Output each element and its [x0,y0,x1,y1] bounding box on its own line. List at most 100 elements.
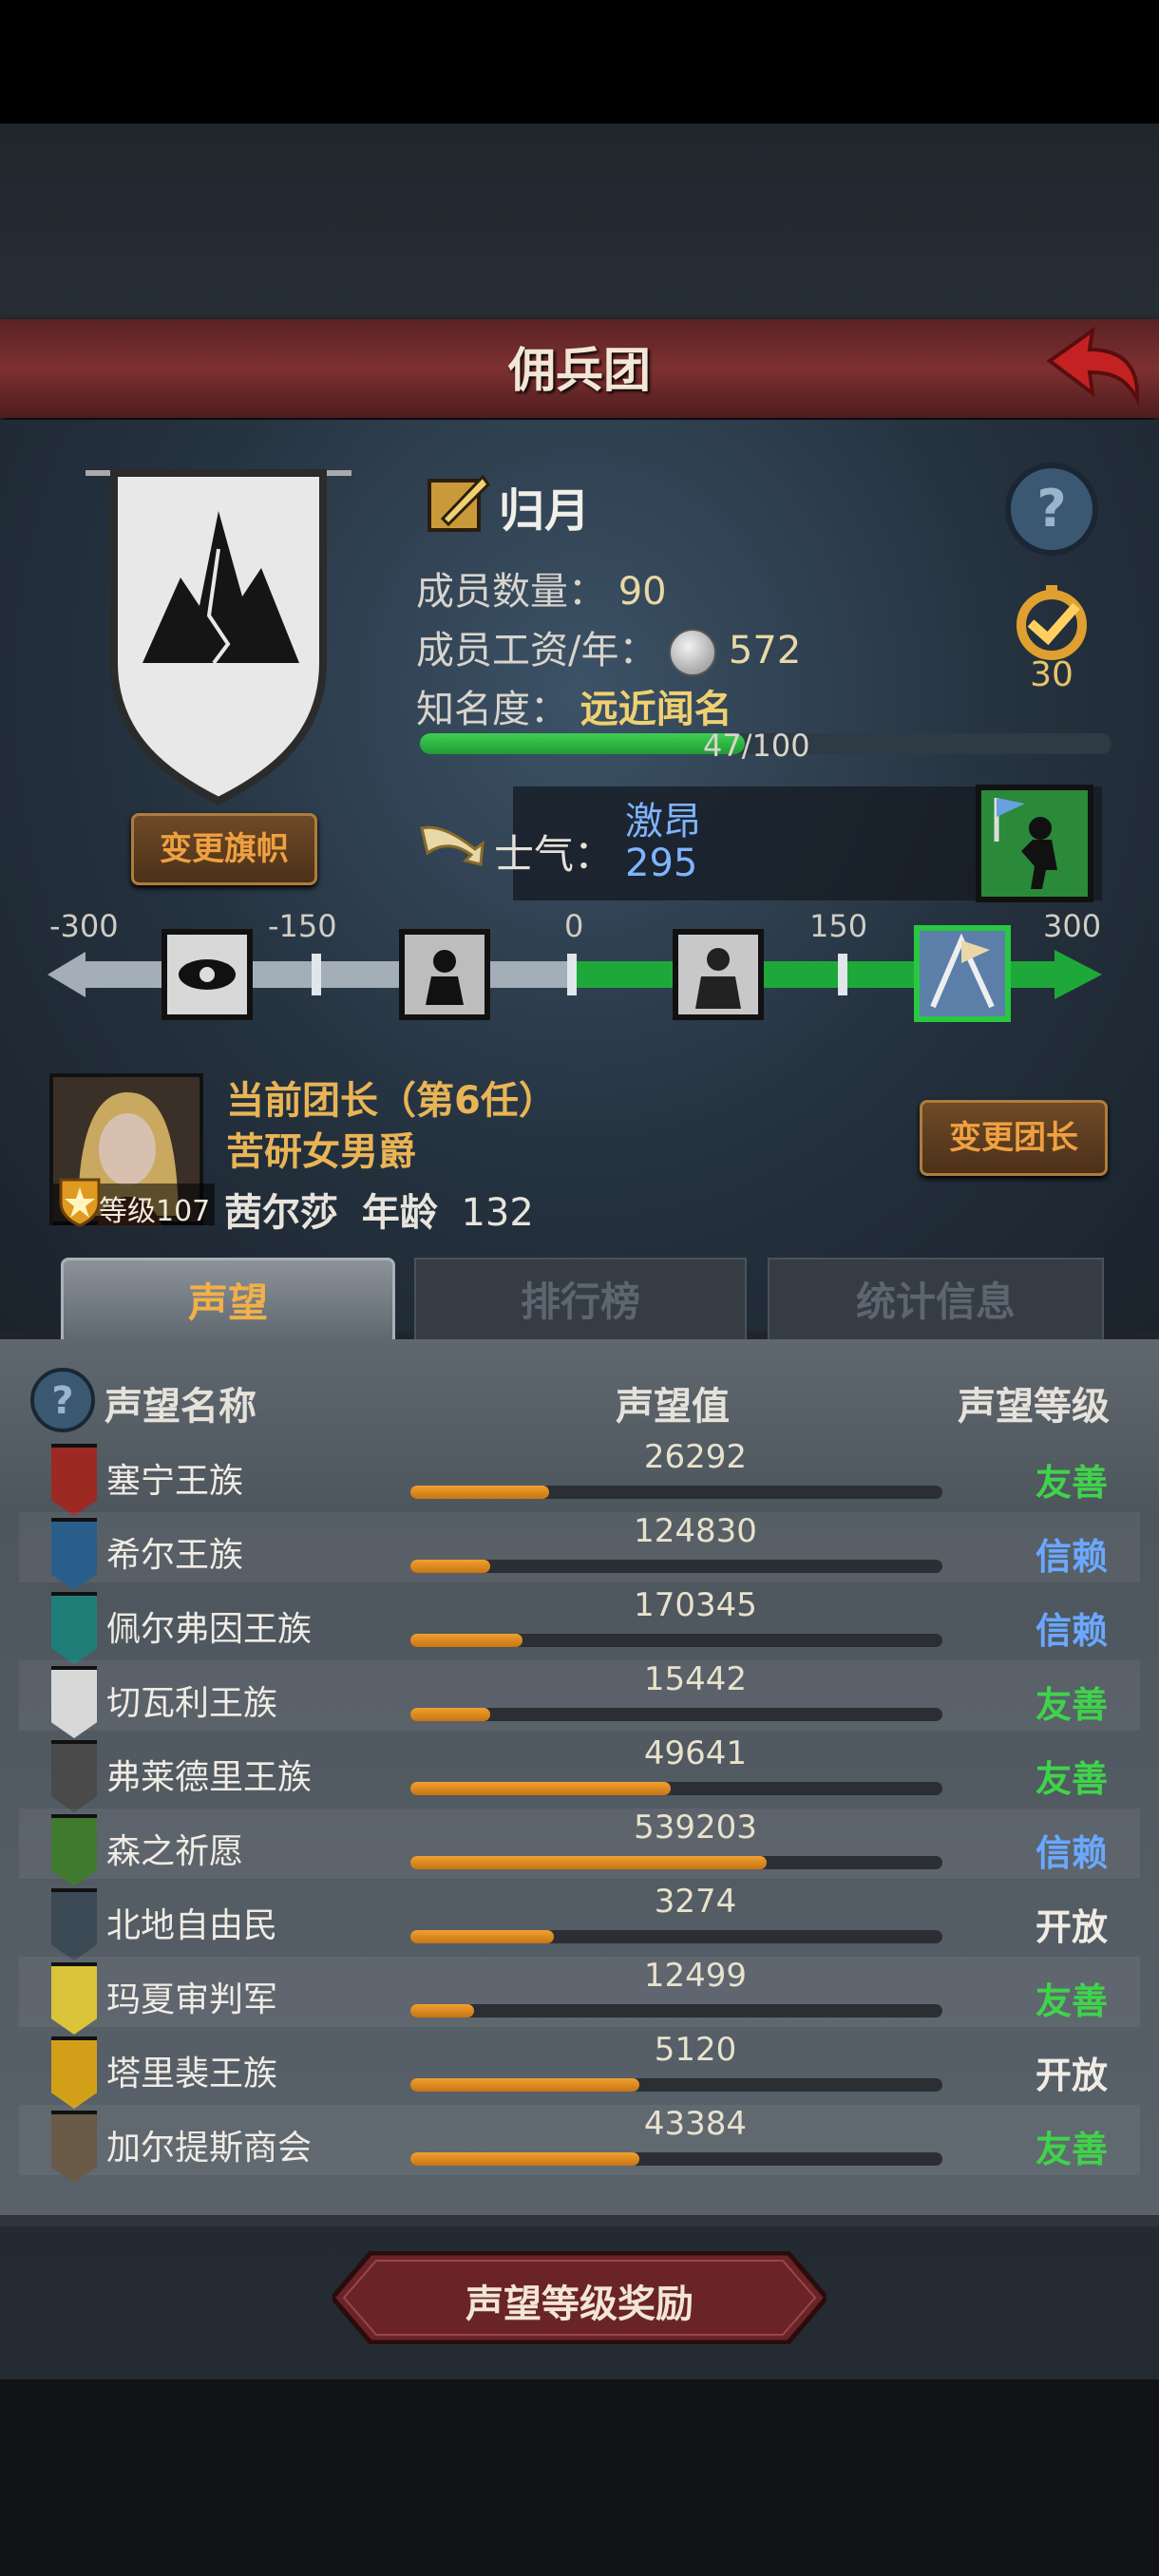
members-row: 成员数量： 90 [416,560,667,616]
horn-icon [420,825,484,866]
faction-name: 北地自由民 [106,1906,278,1945]
reputation-bar-fill [410,1634,522,1647]
reputation-value: 12499 [643,1957,748,1995]
reputation-value: 124830 [634,1512,757,1550]
faction-name: 塔里裴王族 [106,2055,278,2093]
status-bar-area [0,0,1159,123]
tab-reputation[interactable]: 声望 [61,1258,395,1346]
faction-name: 弗莱德里王族 [106,1758,313,1797]
reward-button-label[interactable]: 声望等级奖励 [332,2273,826,2328]
guild-name: 归月 [499,484,591,538]
table-row[interactable]: 玛夏审判军 12499 友善 [19,1957,1140,2035]
fame-row: 知名度： 远近闻名 [416,678,732,733]
faction-name: 森之祈愿 [106,1832,244,1871]
change-leader-button[interactable]: 变更团长 [920,1100,1108,1176]
faction-name: 切瓦利王族 [106,1684,278,1723]
table-row[interactable]: 切瓦利王族 15442 友善 [19,1660,1140,1738]
table-row[interactable]: 塞宁王族 26292 友善 [19,1438,1140,1516]
reputation-level: 友善 [1035,1758,1108,1800]
reputation-level: 友善 [1035,1684,1108,1726]
faction-emblem-icon [51,1444,97,1516]
reputation-bar-fill [410,1782,671,1795]
reputation-level: 友善 [1035,1462,1108,1504]
faction-emblem-icon [51,1888,97,1960]
morale-inspired-icon [914,925,1011,1022]
reputation-value: 49641 [643,1734,748,1772]
members-label: 成员数量： [416,570,606,614]
silver-coin-icon [669,629,717,676]
reputation-bar-fill [410,1856,767,1869]
morale-state: 激昂 [625,800,701,843]
rally-flag-icon [976,785,1093,902]
leader-heading: 当前团长（第6任） [226,1079,557,1123]
table-row[interactable]: 塔里裴王族 5120 开放 [19,2031,1140,2109]
faction-emblem-icon [51,1740,97,1812]
reputation-bar-fill [410,1930,554,1943]
tab-statistics[interactable]: 统计信息 [768,1258,1104,1347]
reputation-level: 开放 [1035,1906,1108,1948]
table-border [0,2215,1159,2226]
reputation-value: 170345 [634,1586,757,1624]
table-row[interactable]: 希尔王族 124830 信赖 [19,1512,1140,1590]
faction-emblem-icon [51,1666,97,1738]
faction-emblem-icon [51,1962,97,2035]
reputation-bar-fill [410,2152,639,2166]
fame-label: 知名度： [416,688,568,731]
table-row[interactable]: 佩尔弗因王族 170345 信赖 [19,1586,1140,1664]
reputation-bar [410,1560,942,1573]
reputation-level: 信赖 [1035,1610,1108,1652]
faction-emblem-icon [51,2111,97,2183]
reputation-bar-fill [410,1486,549,1499]
col-header-value: 声望值 [616,1385,730,1429]
faction-name: 加尔提斯商会 [106,2129,313,2168]
achievement-medal-icon[interactable] [1002,585,1101,661]
reputation-level: 友善 [1035,1980,1108,2022]
bottom-area [0,2379,1159,2576]
fame-value: 远近闻名 [580,688,732,731]
wage-row: 成员工资/年： 572 [416,619,801,676]
reputation-value: 15442 [643,1660,748,1698]
help-icon[interactable]: ? [1002,460,1101,559]
reputation-bar-fill [410,1560,490,1573]
scale-label-neg300: -300 [49,908,119,944]
change-banner-button[interactable]: 变更旗帜 [131,813,317,885]
faction-name: 佩尔弗因王族 [106,1610,313,1649]
tab-ranking[interactable]: 排行榜 [414,1258,747,1347]
morale-label: 士气： [494,831,615,878]
table-row[interactable]: 加尔提斯商会 43384 友善 [19,2105,1140,2183]
reputation-value: 5120 [654,2031,737,2069]
reputation-bar-fill [410,2004,474,2017]
scale-label-neg150: -150 [268,908,337,944]
wage-label: 成员工资/年： [416,629,657,672]
leader-name-row: 茜尔莎 年龄 132 [224,1182,534,1237]
faction-emblem-icon [51,1518,97,1590]
table-row[interactable]: 北地自由民 3274 开放 [19,1883,1140,1960]
col-header-name: 声望名称 [104,1385,256,1429]
page-title: 佣兵团 [508,343,651,398]
reputation-help-icon[interactable]: ? [28,1366,97,1434]
reputation-bar-fill [410,2078,639,2092]
morale-value: 295 [625,842,698,885]
morale-despair-icon [399,929,490,1020]
leader-title: 苦研女男爵 [226,1130,416,1174]
members-value: 90 [618,570,667,614]
faction-emblem-icon [51,1814,97,1886]
reputation-bar-fill [410,1708,490,1721]
leader-age: 132 [461,1191,534,1235]
back-arrow-icon[interactable] [1040,323,1145,408]
edit-name-icon[interactable] [426,467,492,534]
table-row[interactable]: 森之祈愿 539203 信赖 [19,1809,1140,1886]
level-shield-icon [59,1178,101,1227]
morale-eye-icon [162,929,253,1020]
scale-label-zero: 0 [564,908,584,944]
leader-name: 茜尔莎 [224,1191,338,1235]
svg-text:?: ? [1036,479,1066,539]
faction-emblem-icon [51,1592,97,1664]
leader-level: 等级107 [99,1195,211,1228]
table-row[interactable]: 弗莱德里王族 49641 友善 [19,1734,1140,1812]
scale-label-150: 150 [809,908,868,944]
fame-progress-text: 47/100 [703,728,810,764]
reputation-level: 开放 [1035,2055,1108,2096]
svg-text:?: ? [51,1379,73,1423]
reputation-level: 友善 [1035,2129,1108,2170]
